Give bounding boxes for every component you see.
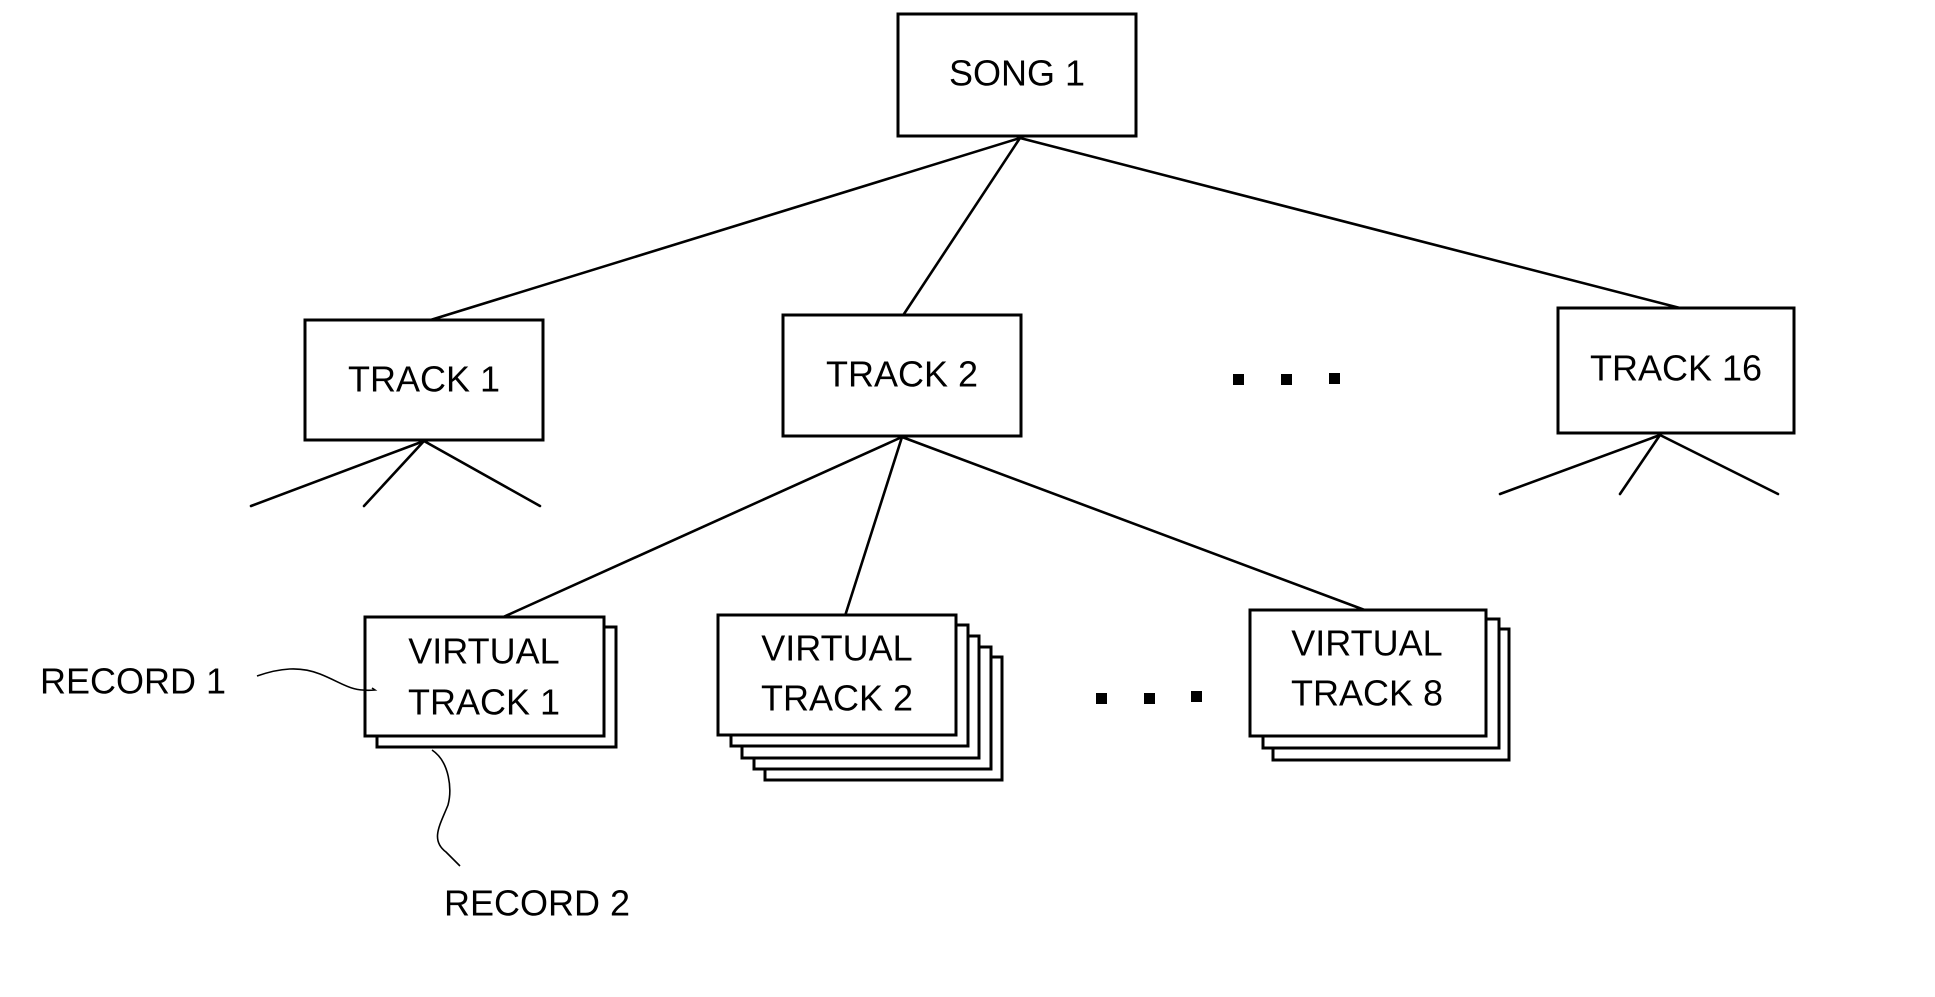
ellipsis-dot bbox=[1329, 373, 1340, 384]
edge-track-2-to-vt-1 bbox=[488, 435, 904, 625]
edge-song-to-track-16 bbox=[1018, 136, 1682, 310]
node-song-1-label: SONG 1 bbox=[949, 53, 1085, 94]
node-song-1: SONG 1 bbox=[896, 12, 1138, 138]
ellipsis-dot bbox=[1096, 693, 1107, 704]
ellipsis-dot bbox=[1191, 691, 1202, 702]
edge-track-16-stub-right bbox=[1658, 433, 1780, 496]
node-track-1: TRACK 1 bbox=[303, 318, 545, 442]
node-virtual-track-8-line2: TRACK 8 bbox=[1291, 673, 1443, 714]
edge-song-to-track-1 bbox=[422, 136, 1022, 324]
edge-track-1-stub-mid bbox=[362, 439, 426, 508]
node-track-1-label: TRACK 1 bbox=[348, 359, 500, 400]
virtual-track-ellipsis bbox=[1096, 691, 1202, 704]
node-track-2: TRACK 2 bbox=[781, 313, 1023, 438]
node-virtual-track-1-line2: TRACK 1 bbox=[408, 682, 560, 723]
node-virtual-track-2: VIRTUAL TRACK 2 bbox=[716, 613, 1004, 782]
ellipsis-dot bbox=[1144, 693, 1155, 704]
edge-track-2-to-vt-8 bbox=[900, 435, 1372, 614]
edge-song-to-track-2 bbox=[900, 136, 1022, 319]
node-virtual-track-1-line1: VIRTUAL bbox=[408, 631, 559, 672]
song-track-hierarchy-diagram: SONG 1 TRACK 1 TRACK 2 TRACK 16 VIRTUAL … bbox=[40, 12, 1796, 924]
edge-track-2-to-vt-2 bbox=[843, 435, 904, 618]
leader-record-2 bbox=[431, 749, 461, 867]
node-virtual-track-8: VIRTUAL TRACK 8 bbox=[1248, 608, 1511, 762]
edge-track-16-stub-left bbox=[1498, 433, 1662, 496]
annotation-record-2: RECORD 2 bbox=[444, 883, 630, 924]
node-track-16: TRACK 16 bbox=[1556, 306, 1796, 435]
node-virtual-track-8-line1: VIRTUAL bbox=[1291, 623, 1442, 664]
annotation-record-1: RECORD 1 bbox=[40, 661, 226, 702]
edge-track-16-stub-mid bbox=[1618, 433, 1662, 496]
leader-record-1 bbox=[256, 668, 378, 692]
node-virtual-track-1: VIRTUAL TRACK 1 bbox=[363, 615, 618, 749]
node-track-2-label: TRACK 2 bbox=[826, 354, 978, 395]
node-track-16-label: TRACK 16 bbox=[1590, 348, 1762, 389]
ellipsis-dot bbox=[1233, 374, 1244, 385]
track-ellipsis bbox=[1233, 373, 1340, 385]
node-virtual-track-2-line1: VIRTUAL bbox=[761, 628, 912, 669]
node-virtual-track-2-line2: TRACK 2 bbox=[761, 678, 913, 719]
edge-track-1-stub-right bbox=[422, 439, 542, 508]
ellipsis-dot bbox=[1281, 374, 1292, 385]
edge-track-1-stub-left bbox=[249, 439, 426, 508]
